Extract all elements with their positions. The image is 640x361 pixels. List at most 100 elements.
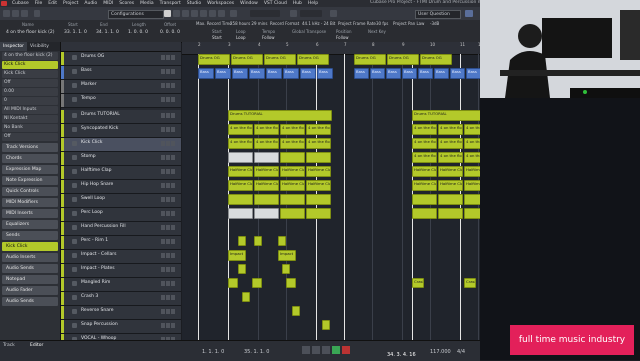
info-offset-value[interactable]: 0. 0. 0. 0 [160,30,180,35]
event-part[interactable]: Drums OG [354,54,386,65]
info-length-value[interactable]: 1. 0. 0. 0 [128,30,148,35]
track-row[interactable]: Impact - Cellars [61,250,181,264]
event-part[interactable] [254,152,279,163]
event-part[interactable] [280,208,305,219]
track-row[interactable]: Stomp [61,152,181,166]
event-part[interactable] [286,278,296,288]
event-part[interactable] [292,306,300,316]
event-part[interactable]: Halftime Clap [228,180,253,191]
event-part[interactable] [252,278,262,288]
event-part[interactable]: Bass [266,68,282,79]
inspector-param[interactable]: 0.00 [2,88,58,96]
track-row[interactable]: Hip Hop Snare [61,180,181,194]
track-mute-solo-buttons[interactable] [161,127,177,132]
event-part[interactable]: Bass [283,68,299,79]
ruler-position-value[interactable]: Follow [336,35,349,40]
event-part[interactable] [254,194,279,205]
track-row[interactable]: Drums OG [61,52,181,66]
event-part[interactable] [464,208,480,219]
track-row[interactable]: Crash 3 [61,292,181,306]
track-row[interactable]: Perc Loop [61,208,181,222]
inspector-section[interactable]: MIDI Inserts [2,209,58,218]
activate-project-button[interactable] [3,10,10,17]
track-mute-solo-buttons[interactable] [161,69,177,74]
event-part[interactable]: Bass [215,68,231,79]
event-part[interactable] [306,208,331,219]
split-tool-icon[interactable] [182,10,189,17]
event-part[interactable]: 4 on the floor [280,138,305,149]
forward-button[interactable] [312,346,320,354]
event-part[interactable]: Drums TUTORIAL [412,110,480,121]
event-part[interactable]: Bass [370,68,385,79]
track-mute-solo-buttons[interactable] [161,267,177,272]
configurations-select[interactable]: Configurations [108,10,164,19]
event-part[interactable] [278,236,286,246]
track-row[interactable]: Bass [61,66,181,80]
track-mute-solo-buttons[interactable] [161,253,177,258]
inspector-section[interactable]: MIDI Modifiers [2,198,58,207]
event-part[interactable]: Halftime Clap [464,166,480,177]
arrange-window[interactable]: 23456789101112 Drums OGDrums OGDrums OGD… [182,42,480,340]
mute-tool-icon[interactable] [218,10,225,17]
undo-button[interactable] [12,10,19,17]
event-part[interactable]: Drums OG [264,54,296,65]
event-part[interactable] [238,264,246,274]
menu-vst-cloud[interactable]: VST Cloud [261,1,290,6]
event-part[interactable] [228,194,253,205]
tab-inspector[interactable]: Inspector [0,42,27,51]
event-part[interactable]: Halftime Clap [306,180,331,191]
record-button[interactable] [342,346,350,354]
track-mute-solo-buttons[interactable] [161,83,177,88]
event-part[interactable] [242,292,250,302]
event-part[interactable]: Drums OG [387,54,419,65]
inspector-param[interactable]: 0 [2,97,58,105]
track-mute-solo-buttons[interactable] [161,225,177,230]
event-part[interactable] [306,152,331,163]
menu-media[interactable]: Media [137,1,157,6]
info-start-value[interactable]: 33. 1. 1. 0 [64,30,87,35]
tab-visibility[interactable]: Visibility [27,42,52,51]
track-row[interactable]: Reverse Snare [61,306,181,320]
menu-workspaces[interactable]: Workspaces [204,1,237,6]
event-part[interactable] [412,208,437,219]
grid-type[interactable] [300,10,322,17]
inspector-section[interactable]: Note Expression [2,176,58,185]
range-tool-icon[interactable] [173,10,180,17]
inspector-section[interactable]: Audio Sends [2,264,58,273]
inspector-param[interactable]: All MIDI Inputs [2,106,58,114]
event-part[interactable]: Bass [466,68,480,79]
menu-studio[interactable]: Studio [184,1,204,6]
track-mute-solo-buttons[interactable] [161,183,177,188]
track-mute-solo-buttons[interactable] [161,169,177,174]
menu-window[interactable]: Window [237,1,261,6]
event-part[interactable] [412,194,437,205]
event-part[interactable]: Halftime Clap [306,166,331,177]
user-question-select[interactable]: User Question [415,10,461,19]
right-locator[interactable]: 35. 1. 1. 0 [244,349,269,355]
event-part[interactable]: Halftime Clap [228,166,253,177]
track-mute-solo-buttons[interactable] [161,55,177,60]
event-part[interactable]: Bass [434,68,449,79]
inspector-param[interactable]: Kick Click [2,70,58,78]
glue-tool-icon[interactable] [191,10,198,17]
event-part[interactable]: Drums OG [231,54,263,65]
inspector-section[interactable]: Notepad [2,275,58,284]
color-tool[interactable] [250,10,280,17]
tab-track[interactable]: Track [3,343,15,348]
track-mute-solo-buttons[interactable] [161,295,177,300]
event-part[interactable]: 4 on the floor [438,152,463,163]
event-part[interactable]: 4 on the floor [412,138,437,149]
menu-midi[interactable]: MIDI [100,1,116,6]
signature-display[interactable]: 4/4 [457,349,465,355]
erase-tool-icon[interactable] [200,10,207,17]
event-part[interactable]: 4 on the floor [228,124,253,135]
track-mute-solo-buttons[interactable] [161,197,177,202]
menu-scores[interactable]: Scores [116,1,137,6]
event-part[interactable]: 4 on the floor [438,124,463,135]
menu-cubase[interactable]: Cubase [9,1,32,6]
track-mute-solo-buttons[interactable] [161,239,177,244]
event-part[interactable]: Drums TUTORIAL [228,110,332,121]
event-part[interactable]: Halftime Clap [438,166,463,177]
inspector-section[interactable]: Audio Fader [2,286,58,295]
event-part[interactable]: Impact [278,250,296,261]
